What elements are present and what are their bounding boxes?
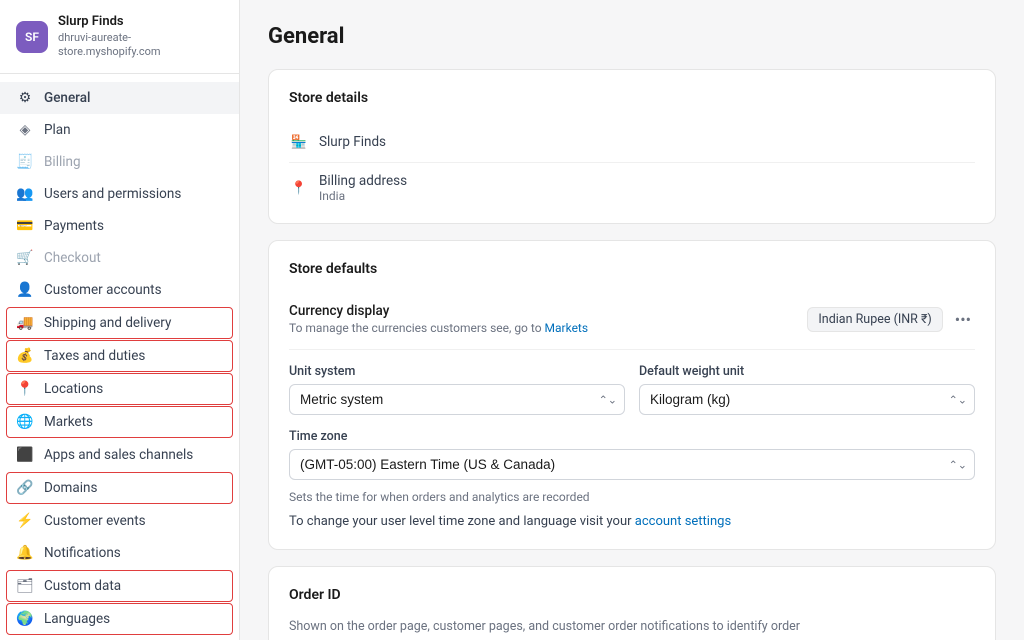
timezone-select[interactable]: (GMT-05:00) Eastern Time (US & Canada)	[289, 449, 975, 480]
sidebar-item-label-custom-data: Custom data	[44, 578, 121, 594]
store-url: dhruvi-aureate-store.myshopify.com	[58, 31, 223, 60]
sidebar-item-label-apps: Apps and sales channels	[44, 447, 193, 463]
sidebar-item-general[interactable]: ⚙ General	[0, 82, 239, 114]
store-defaults-title: Store defaults	[289, 261, 975, 277]
sidebar-item-taxes[interactable]: 💰 Taxes and duties	[6, 340, 233, 372]
store-avatar: SF	[16, 21, 48, 53]
timezone-group: Time zone (GMT-05:00) Eastern Time (US &…	[289, 429, 975, 504]
weight-unit-select[interactable]: Kilogram (kg) Gram (g) Pound (lb) Ounce …	[639, 384, 975, 415]
unit-weight-row: Unit system Metric system Imperial syste…	[289, 364, 975, 415]
sidebar-item-users[interactable]: 👥 Users and permissions	[0, 178, 239, 210]
customer-events-icon: ⚡	[16, 512, 34, 530]
sidebar-item-label-shipping: Shipping and delivery	[44, 315, 171, 331]
billing-icon: 🧾	[16, 153, 34, 171]
sidebar-item-label-plan: Plan	[44, 122, 71, 138]
currency-display-label: Currency display	[289, 303, 588, 319]
account-settings-text: To change your user level time zone and …	[289, 514, 975, 529]
sidebar-item-label-markets: Markets	[44, 414, 93, 430]
sidebar-item-domains[interactable]: 🔗 Domains	[6, 472, 233, 504]
domains-icon: 🔗	[16, 479, 34, 497]
weight-unit-select-wrapper: Kilogram (kg) Gram (g) Pound (lb) Ounce …	[639, 384, 975, 415]
sidebar-item-label-users: Users and permissions	[44, 186, 181, 202]
order-id-title: Order ID	[289, 587, 975, 603]
order-id-sub: Shown on the order page, customer pages,…	[289, 619, 975, 634]
weight-unit-label: Default weight unit	[639, 364, 975, 379]
unit-system-group: Unit system Metric system Imperial syste…	[289, 364, 625, 415]
sidebar-item-custom-data[interactable]: 🗂 Custom data	[6, 570, 233, 602]
sidebar-item-customer-accounts[interactable]: 👤 Customer accounts	[0, 274, 239, 306]
customer-accounts-icon: 👤	[16, 281, 34, 299]
store-icon: 🏪	[289, 132, 309, 152]
store-name-row: 🏪 Slurp Finds	[289, 122, 975, 163]
sidebar-item-label-customer-events: Customer events	[44, 513, 146, 529]
sidebar: SF Slurp Finds dhruvi-aureate-store.mysh…	[0, 0, 240, 640]
currency-more-button[interactable]: •••	[951, 308, 975, 331]
sidebar-item-shipping[interactable]: 🚚 Shipping and delivery	[6, 307, 233, 339]
sidebar-item-label-notifications: Notifications	[44, 545, 121, 561]
languages-icon: 🌍	[16, 610, 34, 628]
billing-address-value: India	[319, 189, 407, 203]
markets-icon: 🌐	[16, 413, 34, 431]
store-details-card: Store details 🏪 Slurp Finds 📍 Billing ad…	[268, 69, 996, 224]
taxes-icon: 💰	[16, 347, 34, 365]
timezone-select-wrapper: (GMT-05:00) Eastern Time (US & Canada) ⌃…	[289, 449, 975, 480]
timezone-label: Time zone	[289, 429, 975, 444]
locations-icon: 📍	[16, 380, 34, 398]
currency-badge: Indian Rupee (INR ₹)	[807, 307, 942, 332]
sidebar-item-label-languages: Languages	[44, 611, 110, 627]
sidebar-item-billing: 🧾 Billing	[0, 146, 239, 178]
unit-system-select-wrapper: Metric system Imperial system ⌃⌄	[289, 384, 625, 415]
sidebar-item-label-checkout: Checkout	[44, 250, 101, 266]
checkout-icon: 🛒	[16, 249, 34, 267]
order-id-card: Order ID Shown on the order page, custom…	[268, 566, 996, 640]
sidebar-item-customer-events[interactable]: ⚡ Customer events	[0, 505, 239, 537]
sidebar-item-languages[interactable]: 🌍 Languages	[6, 603, 233, 635]
store-details-title: Store details	[289, 90, 975, 106]
sidebar-item-locations[interactable]: 📍 Locations	[6, 373, 233, 405]
sidebar-item-label-customer-accounts: Customer accounts	[44, 282, 162, 298]
sidebar-item-checkout: 🛒 Checkout	[0, 242, 239, 274]
users-icon: 👥	[16, 185, 34, 203]
sidebar-nav: ⚙ General ◈ Plan 🧾 Billing 👥 Users and permissi…	[0, 74, 239, 640]
sidebar-item-customer-privacy[interactable]: 🔒Customer privacy	[0, 636, 239, 640]
sidebar-item-plan[interactable]: ◈ Plan	[0, 114, 239, 146]
currency-display-sub: To manage the currencies customers see, …	[289, 321, 588, 335]
apps-icon: ⬛	[16, 446, 34, 464]
shipping-icon: 🚚	[16, 314, 34, 332]
sidebar-item-label-general: General	[44, 90, 90, 106]
sidebar-item-notifications[interactable]: 🔔 Notifications	[0, 537, 239, 569]
payments-icon: 💳	[16, 217, 34, 235]
page-title: General	[268, 24, 996, 49]
sidebar-item-label-payments: Payments	[44, 218, 104, 234]
sidebar-header[interactable]: SF Slurp Finds dhruvi-aureate-store.mysh…	[0, 0, 239, 74]
account-settings-link[interactable]: account settings	[635, 514, 731, 529]
currency-badge-area: Indian Rupee (INR ₹) •••	[807, 307, 975, 332]
plan-icon: ◈	[16, 121, 34, 139]
sidebar-item-payments[interactable]: 💳 Payments	[0, 210, 239, 242]
sidebar-item-label-billing: Billing	[44, 154, 81, 170]
location-icon: 📍	[289, 178, 309, 198]
sidebar-item-label-taxes: Taxes and duties	[44, 348, 145, 364]
currency-display-row: Currency display To manage the currencie…	[289, 293, 975, 350]
main-content: General Store details 🏪 Slurp Finds 📍 Bi…	[240, 0, 1024, 640]
sidebar-item-apps[interactable]: ⬛ Apps and sales channels	[0, 439, 239, 471]
sidebar-item-label-locations: Locations	[44, 381, 103, 397]
sidebar-item-label-domains: Domains	[44, 480, 97, 496]
store-name-value: Slurp Finds	[319, 134, 386, 150]
store-name: Slurp Finds	[58, 14, 223, 31]
timezone-hint: Sets the time for when orders and analyt…	[289, 490, 975, 504]
general-icon: ⚙	[16, 89, 34, 107]
markets-link[interactable]: Markets	[545, 321, 589, 335]
custom-data-icon: 🗂	[16, 577, 34, 595]
billing-address-row: 📍 Billing address India	[289, 163, 975, 203]
notifications-icon: 🔔	[16, 544, 34, 562]
sidebar-item-markets[interactable]: 🌐 Markets	[6, 406, 233, 438]
weight-unit-group: Default weight unit Kilogram (kg) Gram (…	[639, 364, 975, 415]
unit-system-select[interactable]: Metric system Imperial system	[289, 384, 625, 415]
unit-system-label: Unit system	[289, 364, 625, 379]
billing-address-label: Billing address	[319, 173, 407, 189]
store-defaults-card: Store defaults Currency display To manag…	[268, 240, 996, 550]
